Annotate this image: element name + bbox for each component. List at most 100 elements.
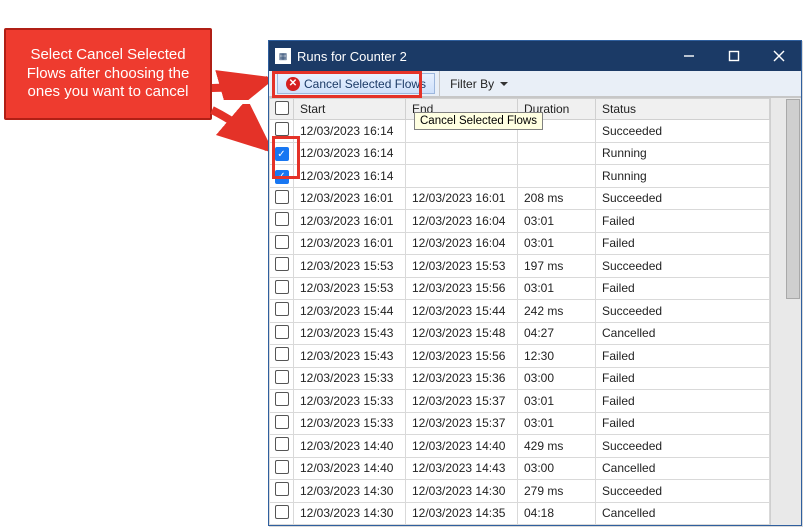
row-checkbox-cell[interactable] — [270, 435, 294, 458]
title-bar[interactable]: ▦ Runs for Counter 2 — [269, 41, 801, 71]
row-checkbox[interactable] — [275, 325, 289, 339]
row-checkbox-cell[interactable] — [270, 165, 294, 188]
table-row[interactable]: 12/03/2023 15:3312/03/2023 15:3703:01Fai… — [270, 390, 770, 413]
cell-duration: 197 ms — [518, 255, 596, 278]
table-row[interactable]: 12/03/2023 14:4012/03/2023 14:40429 msSu… — [270, 435, 770, 458]
row-checkbox-cell[interactable] — [270, 345, 294, 368]
row-checkbox[interactable] — [275, 505, 289, 519]
instruction-text: Select Cancel Selected Flows after choos… — [16, 46, 200, 102]
minimize-button[interactable] — [666, 41, 711, 71]
cell-duration: 279 ms — [518, 480, 596, 503]
row-checkbox[interactable] — [275, 302, 289, 316]
tooltip: Cancel Selected Flows — [414, 112, 543, 130]
cell-status: Succeeded — [596, 435, 770, 458]
cell-status: Failed — [596, 412, 770, 435]
table-row[interactable]: 12/03/2023 14:3012/03/2023 14:30279 msSu… — [270, 480, 770, 503]
table-row[interactable]: 12/03/2023 15:5312/03/2023 15:5603:01Fai… — [270, 277, 770, 300]
cell-end: 12/03/2023 16:04 — [406, 232, 518, 255]
cell-end: 12/03/2023 15:53 — [406, 255, 518, 278]
row-checkbox[interactable] — [275, 392, 289, 406]
row-checkbox[interactable] — [275, 147, 289, 161]
row-checkbox-cell[interactable] — [270, 120, 294, 143]
row-checkbox[interactable] — [275, 370, 289, 384]
table-row[interactable]: 12/03/2023 15:3312/03/2023 15:3703:01Fai… — [270, 412, 770, 435]
table-row[interactable]: 12/03/2023 14:3012/03/2023 14:3504:18Can… — [270, 502, 770, 525]
header-checkbox-cell[interactable] — [270, 99, 294, 120]
table-row[interactable]: 12/03/2023 16:0112/03/2023 16:01208 msSu… — [270, 187, 770, 210]
row-checkbox[interactable] — [275, 482, 289, 496]
row-checkbox-cell[interactable] — [270, 502, 294, 525]
cell-end: 12/03/2023 16:04 — [406, 210, 518, 233]
cell-duration: 12:30 — [518, 345, 596, 368]
cell-status: Failed — [596, 210, 770, 233]
row-checkbox-cell[interactable] — [270, 412, 294, 435]
cell-start: 12/03/2023 14:30 — [294, 480, 406, 503]
cell-duration: 208 ms — [518, 187, 596, 210]
cell-duration: 03:01 — [518, 210, 596, 233]
cell-start: 12/03/2023 16:14 — [294, 142, 406, 165]
row-checkbox-cell[interactable] — [270, 232, 294, 255]
row-checkbox[interactable] — [275, 170, 289, 184]
close-button[interactable] — [756, 41, 801, 71]
cell-start: 12/03/2023 15:44 — [294, 300, 406, 323]
header-start[interactable]: Start — [294, 99, 406, 120]
cell-duration: 03:01 — [518, 277, 596, 300]
row-checkbox[interactable] — [275, 122, 289, 136]
row-checkbox-cell[interactable] — [270, 480, 294, 503]
row-checkbox-cell[interactable] — [270, 142, 294, 165]
table-row[interactable]: 12/03/2023 15:4412/03/2023 15:44242 msSu… — [270, 300, 770, 323]
row-checkbox-cell[interactable] — [270, 210, 294, 233]
cell-duration: 429 ms — [518, 435, 596, 458]
row-checkbox[interactable] — [275, 437, 289, 451]
table-row[interactable]: 12/03/2023 16:0112/03/2023 16:0403:01Fai… — [270, 232, 770, 255]
row-checkbox-cell[interactable] — [270, 390, 294, 413]
filter-by-label: Filter By — [450, 77, 494, 91]
cell-end: 12/03/2023 15:36 — [406, 367, 518, 390]
row-checkbox-cell[interactable] — [270, 367, 294, 390]
row-checkbox[interactable] — [275, 257, 289, 271]
cell-start: 12/03/2023 16:01 — [294, 232, 406, 255]
cell-start: 12/03/2023 15:43 — [294, 322, 406, 345]
row-checkbox-cell[interactable] — [270, 322, 294, 345]
cell-duration: 242 ms — [518, 300, 596, 323]
cell-start: 12/03/2023 15:33 — [294, 412, 406, 435]
header-status[interactable]: Status — [596, 99, 770, 120]
row-checkbox[interactable] — [275, 347, 289, 361]
table-row[interactable]: 12/03/2023 15:4312/03/2023 15:5612:30Fai… — [270, 345, 770, 368]
vertical-scrollbar[interactable] — [786, 99, 800, 299]
cell-end: 12/03/2023 15:37 — [406, 412, 518, 435]
instruction-callout: Select Cancel Selected Flows after choos… — [4, 28, 212, 120]
row-checkbox[interactable] — [275, 235, 289, 249]
cell-status: Failed — [596, 277, 770, 300]
table-row[interactable]: 12/03/2023 16:0112/03/2023 16:0403:01Fai… — [270, 210, 770, 233]
row-checkbox[interactable] — [275, 415, 289, 429]
row-checkbox-cell[interactable] — [270, 457, 294, 480]
table-row[interactable]: 12/03/2023 15:3312/03/2023 15:3603:00Fai… — [270, 367, 770, 390]
row-checkbox-cell[interactable] — [270, 300, 294, 323]
table-row[interactable]: 12/03/2023 16:14Running — [270, 165, 770, 188]
cell-end: 12/03/2023 15:48 — [406, 322, 518, 345]
row-checkbox-cell[interactable] — [270, 187, 294, 210]
cell-status: Failed — [596, 232, 770, 255]
maximize-button[interactable] — [711, 41, 756, 71]
row-checkbox[interactable] — [275, 212, 289, 226]
row-checkbox[interactable] — [275, 190, 289, 204]
cancel-selected-flows-button[interactable]: ✕ Cancel Selected Flows — [277, 73, 435, 94]
row-checkbox[interactable] — [275, 280, 289, 294]
filter-by-dropdown[interactable]: Filter By — [439, 71, 514, 96]
cell-start: 12/03/2023 16:01 — [294, 187, 406, 210]
cell-status: Running — [596, 142, 770, 165]
cell-duration — [518, 142, 596, 165]
cell-status: Succeeded — [596, 300, 770, 323]
table-row[interactable]: 12/03/2023 15:5312/03/2023 15:53197 msSu… — [270, 255, 770, 278]
header-checkbox[interactable] — [275, 101, 289, 115]
row-checkbox-cell[interactable] — [270, 277, 294, 300]
cell-start: 12/03/2023 16:14 — [294, 120, 406, 143]
table-row[interactable]: 12/03/2023 15:4312/03/2023 15:4804:27Can… — [270, 322, 770, 345]
tooltip-text: Cancel Selected Flows — [420, 115, 537, 127]
cell-start: 12/03/2023 14:40 — [294, 457, 406, 480]
row-checkbox[interactable] — [275, 460, 289, 474]
row-checkbox-cell[interactable] — [270, 255, 294, 278]
table-row[interactable]: 12/03/2023 14:4012/03/2023 14:4303:00Can… — [270, 457, 770, 480]
table-row[interactable]: 12/03/2023 16:14 Running — [270, 142, 770, 165]
